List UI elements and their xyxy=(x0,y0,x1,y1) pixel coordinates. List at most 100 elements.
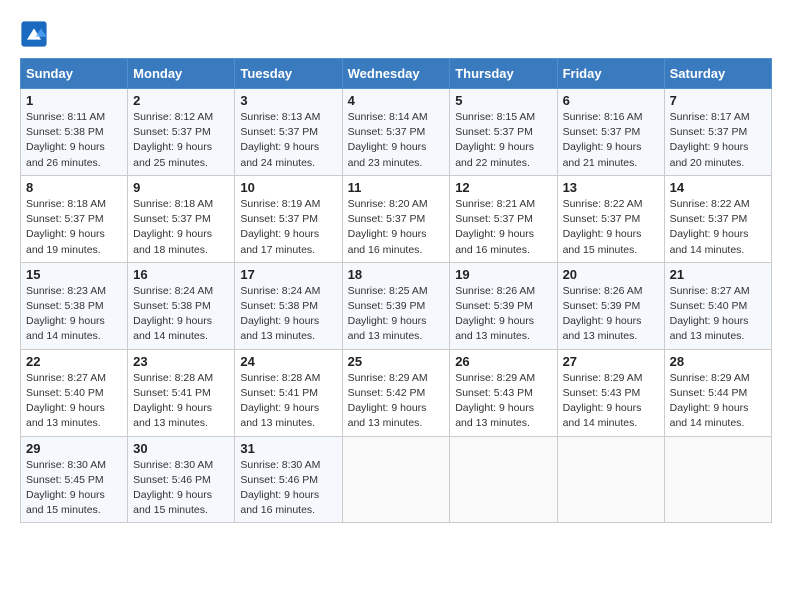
day-info: Sunrise: 8:20 AMSunset: 5:37 PMDaylight:… xyxy=(348,197,445,258)
week-row-1: 1 Sunrise: 8:11 AMSunset: 5:38 PMDayligh… xyxy=(21,89,772,176)
day-number: 31 xyxy=(240,441,336,456)
day-info: Sunrise: 8:28 AMSunset: 5:41 PMDaylight:… xyxy=(133,371,229,432)
day-info: Sunrise: 8:27 AMSunset: 5:40 PMDaylight:… xyxy=(670,284,766,345)
day-info: Sunrise: 8:28 AMSunset: 5:41 PMDaylight:… xyxy=(240,371,336,432)
day-number: 10 xyxy=(240,180,336,195)
day-number: 16 xyxy=(133,267,229,282)
day-info: Sunrise: 8:12 AMSunset: 5:37 PMDaylight:… xyxy=(133,110,229,171)
col-header-sunday: Sunday xyxy=(21,59,128,89)
day-number: 7 xyxy=(670,93,766,108)
day-info: Sunrise: 8:13 AMSunset: 5:37 PMDaylight:… xyxy=(240,110,336,171)
day-cell xyxy=(664,436,771,523)
day-number: 18 xyxy=(348,267,445,282)
day-info: Sunrise: 8:24 AMSunset: 5:38 PMDaylight:… xyxy=(133,284,229,345)
day-cell: 16 Sunrise: 8:24 AMSunset: 5:38 PMDaylig… xyxy=(128,262,235,349)
day-number: 4 xyxy=(348,93,445,108)
day-cell: 2 Sunrise: 8:12 AMSunset: 5:37 PMDayligh… xyxy=(128,89,235,176)
calendar-table: SundayMondayTuesdayWednesdayThursdayFrid… xyxy=(20,58,772,523)
day-info: Sunrise: 8:22 AMSunset: 5:37 PMDaylight:… xyxy=(670,197,766,258)
week-row-2: 8 Sunrise: 8:18 AMSunset: 5:37 PMDayligh… xyxy=(21,175,772,262)
day-cell xyxy=(342,436,450,523)
day-number: 5 xyxy=(455,93,551,108)
day-info: Sunrise: 8:21 AMSunset: 5:37 PMDaylight:… xyxy=(455,197,551,258)
day-info: Sunrise: 8:15 AMSunset: 5:37 PMDaylight:… xyxy=(455,110,551,171)
day-info: Sunrise: 8:18 AMSunset: 5:37 PMDaylight:… xyxy=(133,197,229,258)
day-cell: 9 Sunrise: 8:18 AMSunset: 5:37 PMDayligh… xyxy=(128,175,235,262)
day-info: Sunrise: 8:18 AMSunset: 5:37 PMDaylight:… xyxy=(26,197,122,258)
day-number: 25 xyxy=(348,354,445,369)
day-number: 30 xyxy=(133,441,229,456)
day-cell: 27 Sunrise: 8:29 AMSunset: 5:43 PMDaylig… xyxy=(557,349,664,436)
day-cell: 31 Sunrise: 8:30 AMSunset: 5:46 PMDaylig… xyxy=(235,436,342,523)
day-cell: 20 Sunrise: 8:26 AMSunset: 5:39 PMDaylig… xyxy=(557,262,664,349)
day-info: Sunrise: 8:29 AMSunset: 5:43 PMDaylight:… xyxy=(455,371,551,432)
day-info: Sunrise: 8:11 AMSunset: 5:38 PMDaylight:… xyxy=(26,110,122,171)
day-number: 21 xyxy=(670,267,766,282)
day-info: Sunrise: 8:16 AMSunset: 5:37 PMDaylight:… xyxy=(563,110,659,171)
day-number: 28 xyxy=(670,354,766,369)
day-cell: 14 Sunrise: 8:22 AMSunset: 5:37 PMDaylig… xyxy=(664,175,771,262)
day-cell: 25 Sunrise: 8:29 AMSunset: 5:42 PMDaylig… xyxy=(342,349,450,436)
day-info: Sunrise: 8:26 AMSunset: 5:39 PMDaylight:… xyxy=(563,284,659,345)
col-header-monday: Monday xyxy=(128,59,235,89)
day-number: 14 xyxy=(670,180,766,195)
day-number: 6 xyxy=(563,93,659,108)
day-number: 13 xyxy=(563,180,659,195)
col-header-wednesday: Wednesday xyxy=(342,59,450,89)
page-header xyxy=(20,20,772,48)
day-info: Sunrise: 8:29 AMSunset: 5:42 PMDaylight:… xyxy=(348,371,445,432)
day-cell: 1 Sunrise: 8:11 AMSunset: 5:38 PMDayligh… xyxy=(21,89,128,176)
day-cell: 12 Sunrise: 8:21 AMSunset: 5:37 PMDaylig… xyxy=(450,175,557,262)
day-number: 20 xyxy=(563,267,659,282)
col-header-friday: Friday xyxy=(557,59,664,89)
day-cell: 17 Sunrise: 8:24 AMSunset: 5:38 PMDaylig… xyxy=(235,262,342,349)
day-info: Sunrise: 8:14 AMSunset: 5:37 PMDaylight:… xyxy=(348,110,445,171)
day-number: 23 xyxy=(133,354,229,369)
day-number: 24 xyxy=(240,354,336,369)
day-info: Sunrise: 8:25 AMSunset: 5:39 PMDaylight:… xyxy=(348,284,445,345)
day-info: Sunrise: 8:22 AMSunset: 5:37 PMDaylight:… xyxy=(563,197,659,258)
day-number: 26 xyxy=(455,354,551,369)
day-cell: 15 Sunrise: 8:23 AMSunset: 5:38 PMDaylig… xyxy=(21,262,128,349)
day-info: Sunrise: 8:17 AMSunset: 5:37 PMDaylight:… xyxy=(670,110,766,171)
day-number: 22 xyxy=(26,354,122,369)
day-info: Sunrise: 8:30 AMSunset: 5:46 PMDaylight:… xyxy=(240,458,336,519)
day-number: 12 xyxy=(455,180,551,195)
day-info: Sunrise: 8:30 AMSunset: 5:45 PMDaylight:… xyxy=(26,458,122,519)
day-number: 8 xyxy=(26,180,122,195)
day-cell: 23 Sunrise: 8:28 AMSunset: 5:41 PMDaylig… xyxy=(128,349,235,436)
day-info: Sunrise: 8:30 AMSunset: 5:46 PMDaylight:… xyxy=(133,458,229,519)
day-info: Sunrise: 8:23 AMSunset: 5:38 PMDaylight:… xyxy=(26,284,122,345)
logo xyxy=(20,20,52,48)
day-info: Sunrise: 8:26 AMSunset: 5:39 PMDaylight:… xyxy=(455,284,551,345)
day-cell: 18 Sunrise: 8:25 AMSunset: 5:39 PMDaylig… xyxy=(342,262,450,349)
day-cell: 28 Sunrise: 8:29 AMSunset: 5:44 PMDaylig… xyxy=(664,349,771,436)
logo-icon xyxy=(20,20,48,48)
day-cell: 8 Sunrise: 8:18 AMSunset: 5:37 PMDayligh… xyxy=(21,175,128,262)
day-info: Sunrise: 8:27 AMSunset: 5:40 PMDaylight:… xyxy=(26,371,122,432)
day-cell: 30 Sunrise: 8:30 AMSunset: 5:46 PMDaylig… xyxy=(128,436,235,523)
day-cell: 11 Sunrise: 8:20 AMSunset: 5:37 PMDaylig… xyxy=(342,175,450,262)
day-cell: 29 Sunrise: 8:30 AMSunset: 5:45 PMDaylig… xyxy=(21,436,128,523)
day-info: Sunrise: 8:29 AMSunset: 5:44 PMDaylight:… xyxy=(670,371,766,432)
col-header-saturday: Saturday xyxy=(664,59,771,89)
day-cell: 22 Sunrise: 8:27 AMSunset: 5:40 PMDaylig… xyxy=(21,349,128,436)
col-header-thursday: Thursday xyxy=(450,59,557,89)
day-cell: 24 Sunrise: 8:28 AMSunset: 5:41 PMDaylig… xyxy=(235,349,342,436)
day-info: Sunrise: 8:24 AMSunset: 5:38 PMDaylight:… xyxy=(240,284,336,345)
week-row-5: 29 Sunrise: 8:30 AMSunset: 5:45 PMDaylig… xyxy=(21,436,772,523)
day-cell: 10 Sunrise: 8:19 AMSunset: 5:37 PMDaylig… xyxy=(235,175,342,262)
day-number: 15 xyxy=(26,267,122,282)
day-cell: 13 Sunrise: 8:22 AMSunset: 5:37 PMDaylig… xyxy=(557,175,664,262)
day-cell: 19 Sunrise: 8:26 AMSunset: 5:39 PMDaylig… xyxy=(450,262,557,349)
day-number: 29 xyxy=(26,441,122,456)
day-number: 1 xyxy=(26,93,122,108)
day-cell: 7 Sunrise: 8:17 AMSunset: 5:37 PMDayligh… xyxy=(664,89,771,176)
day-number: 9 xyxy=(133,180,229,195)
week-row-4: 22 Sunrise: 8:27 AMSunset: 5:40 PMDaylig… xyxy=(21,349,772,436)
day-cell: 21 Sunrise: 8:27 AMSunset: 5:40 PMDaylig… xyxy=(664,262,771,349)
day-number: 17 xyxy=(240,267,336,282)
day-number: 27 xyxy=(563,354,659,369)
day-info: Sunrise: 8:19 AMSunset: 5:37 PMDaylight:… xyxy=(240,197,336,258)
day-cell: 4 Sunrise: 8:14 AMSunset: 5:37 PMDayligh… xyxy=(342,89,450,176)
